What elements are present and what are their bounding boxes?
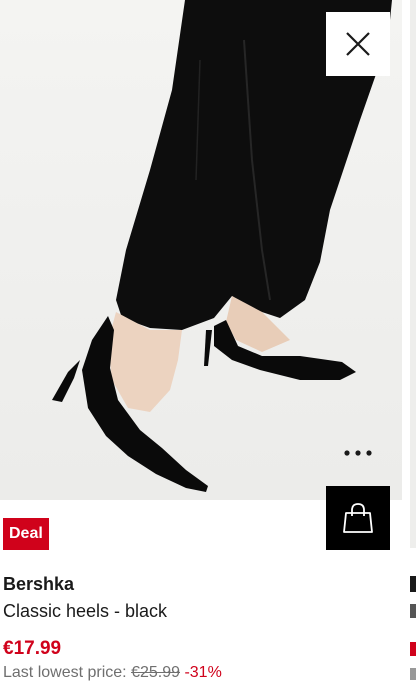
next-product-brand-fragment xyxy=(410,576,416,592)
old-price: €25.99 xyxy=(131,664,180,681)
add-to-bag-button[interactable] xyxy=(326,486,390,550)
close-button[interactable] xyxy=(326,12,390,76)
shopping-bag-icon xyxy=(343,503,373,533)
next-product-card-peek[interactable] xyxy=(410,0,416,700)
lowest-price-label: Last lowest price: xyxy=(3,664,127,681)
product-brand: Bershka xyxy=(3,574,75,594)
more-options-icon xyxy=(344,450,372,456)
product-name: Classic heels - black xyxy=(3,601,168,621)
next-product-name-fragment xyxy=(410,604,416,618)
product-price: €17.99 xyxy=(3,638,62,659)
product-card[interactable]: Deal Bershka Classic heels - black €17.9… xyxy=(0,0,402,700)
next-product-lowest-fragment xyxy=(410,668,416,680)
close-icon xyxy=(346,32,370,56)
discount-percent: -31% xyxy=(184,664,222,681)
lowest-price-info: Last lowest price: €25.99 -31% xyxy=(3,664,222,682)
next-product-image xyxy=(410,0,416,548)
deal-badge: Deal xyxy=(3,518,49,550)
next-product-price-fragment xyxy=(410,642,416,656)
more-options-button[interactable] xyxy=(338,438,378,468)
